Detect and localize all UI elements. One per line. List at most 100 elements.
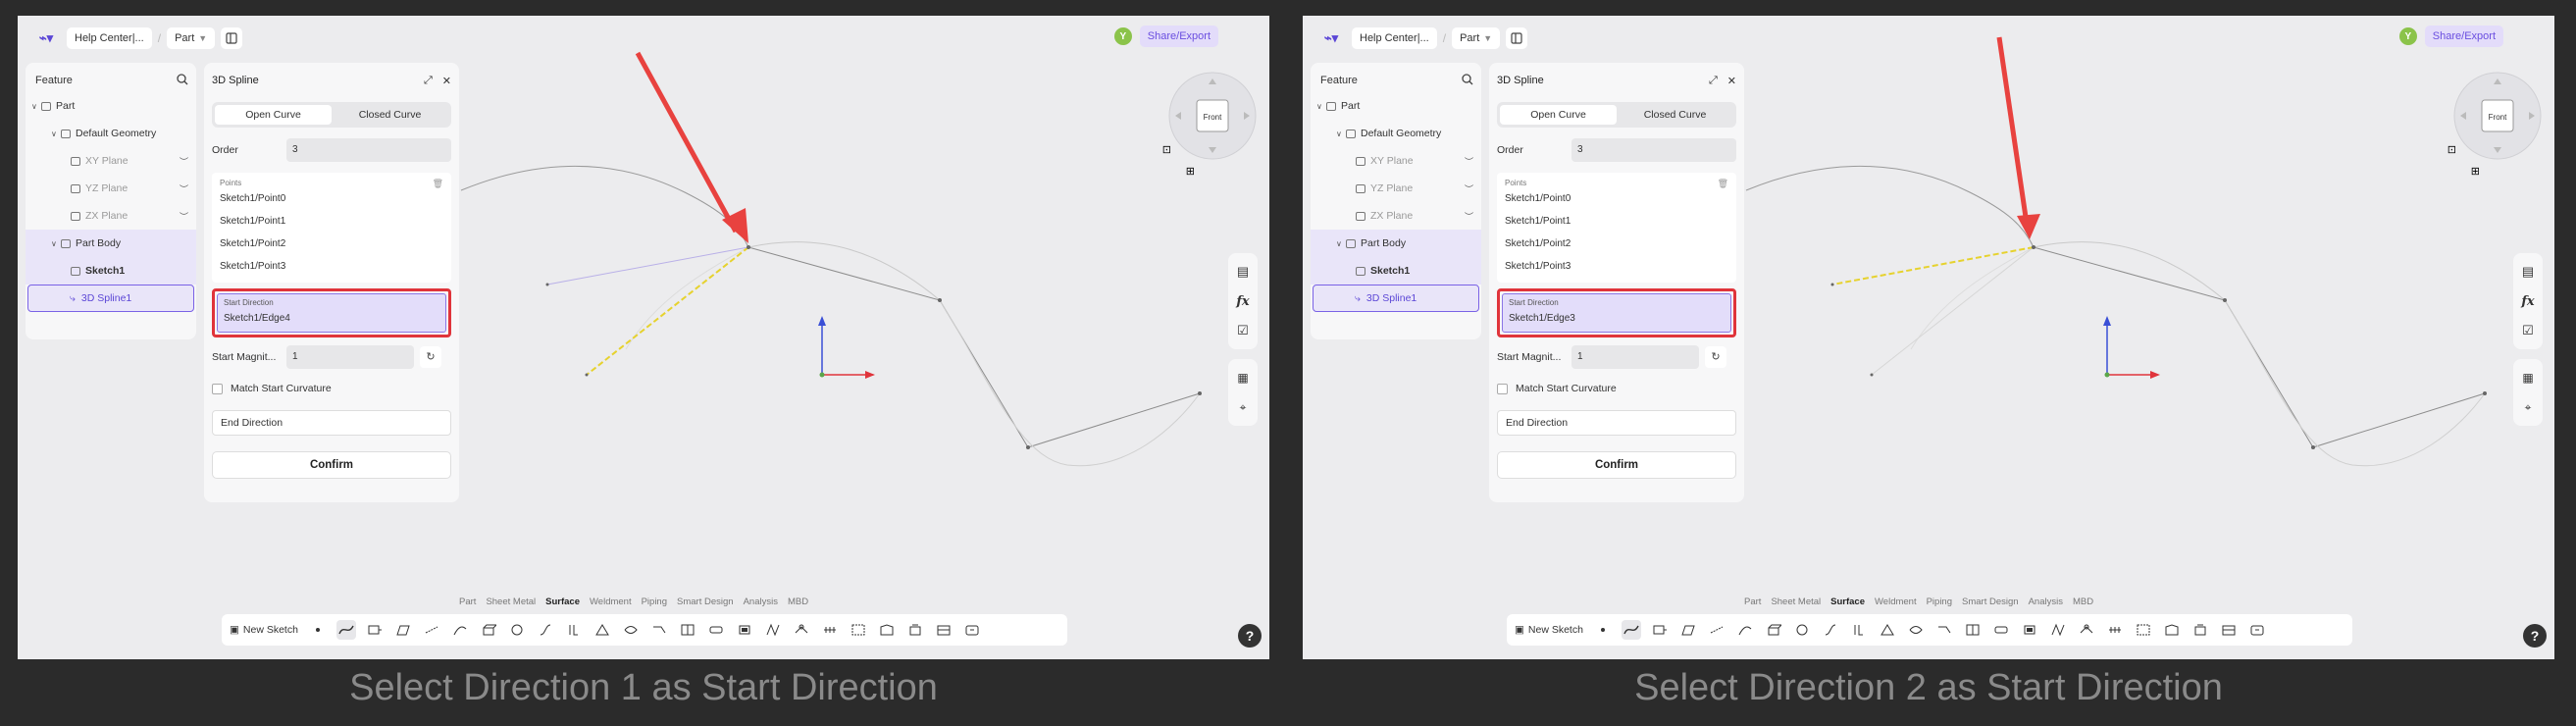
trash-icon[interactable]: 🗑 xyxy=(1718,179,1728,189)
search-icon[interactable] xyxy=(177,73,188,88)
tab-part[interactable]: Part xyxy=(459,596,476,607)
fx-icon[interactable]: fx xyxy=(1228,286,1258,316)
tree-item-3d-spline1[interactable]: ⤷ 3D Spline1 xyxy=(27,285,194,312)
tab-sheet-metal[interactable]: Sheet Metal xyxy=(486,596,536,607)
surface-cut-tool-icon[interactable] xyxy=(934,620,953,640)
sweep-tool-icon[interactable] xyxy=(1650,620,1670,640)
end-direction-field[interactable]: End Direction xyxy=(212,410,451,436)
points-list[interactable]: Points 🗑 Sketch1/Point0 Sketch1/Point1 S… xyxy=(1497,173,1736,283)
measure-icon[interactable]: ⌖ xyxy=(1228,392,1258,422)
extend-tool-icon[interactable] xyxy=(649,620,669,640)
loft-tool-icon[interactable] xyxy=(393,620,413,640)
split-tool-icon[interactable] xyxy=(1963,620,1983,640)
table-icon[interactable]: ▦ xyxy=(2513,363,2543,392)
tree-item-part[interactable]: ∨ Part xyxy=(26,92,196,120)
boundary-tool-icon[interactable] xyxy=(2020,620,2039,640)
app-logo-icon[interactable]: ⌁▾ xyxy=(1316,27,1346,49)
trim-tool-icon[interactable] xyxy=(1707,620,1726,640)
part-menu[interactable]: Part ▼ xyxy=(167,27,216,49)
point-tool-icon[interactable] xyxy=(308,620,328,640)
revolve-tool-icon[interactable] xyxy=(1792,620,1812,640)
sew-tool-icon[interactable] xyxy=(2105,620,2125,640)
tab-mbd[interactable]: MBD xyxy=(2073,596,2093,607)
tree-item-zx-plane[interactable]: ZX Plane ︶ xyxy=(26,202,196,230)
eye-hidden-icon[interactable]: ︶ xyxy=(180,210,188,223)
more-tools-icon[interactable] xyxy=(962,620,982,640)
tree-item-default-geometry[interactable]: ∨ Default Geometry xyxy=(1311,120,1481,147)
sweep-tool-icon[interactable] xyxy=(365,620,385,640)
eye-hidden-icon[interactable]: ︶ xyxy=(180,155,188,168)
help-center-crumb[interactable]: Help Center|... xyxy=(1352,27,1437,49)
closed-curve-button[interactable]: Closed Curve xyxy=(332,105,448,125)
extrude-tool-icon[interactable] xyxy=(1764,620,1783,640)
start-direction-field[interactable]: Start Direction Sketch1/Edge4 xyxy=(217,293,446,333)
tab-piping[interactable]: Piping xyxy=(642,596,667,607)
helix-tool-icon[interactable] xyxy=(536,620,555,640)
list-item[interactable]: Sketch1/Point0 xyxy=(1505,187,1728,210)
list-item[interactable]: Sketch1/Point1 xyxy=(1505,210,1728,233)
end-direction-field[interactable]: End Direction xyxy=(1497,410,1736,436)
point-tool-icon[interactable] xyxy=(1593,620,1613,640)
start-magnitude-field[interactable]: 1 xyxy=(286,345,414,369)
spline-tool-icon[interactable] xyxy=(1621,620,1641,640)
eye-hidden-icon[interactable]: ︶ xyxy=(1465,210,1473,223)
tree-item-xy-plane[interactable]: XY Plane ︶ xyxy=(26,147,196,175)
reverse-icon[interactable]: ↻ xyxy=(1705,346,1726,368)
checklist-icon[interactable]: ☑ xyxy=(2513,316,2543,345)
reverse-icon[interactable]: ↻ xyxy=(420,346,441,368)
app-logo-icon[interactable]: ⌁▾ xyxy=(31,27,61,49)
tab-smart-design[interactable]: Smart Design xyxy=(1962,596,2019,607)
avatar[interactable]: Y xyxy=(1113,27,1132,45)
tab-weldment[interactable]: Weldment xyxy=(590,596,632,607)
ruled-tool-icon[interactable] xyxy=(763,620,783,640)
offset-tool-icon[interactable] xyxy=(1849,620,1869,640)
tab-analysis[interactable]: Analysis xyxy=(744,596,778,607)
trash-icon[interactable]: 🗑 xyxy=(433,179,443,189)
boundary-tool-icon[interactable] xyxy=(735,620,754,640)
chevron-down-icon[interactable]: ∨ xyxy=(51,239,61,248)
replace-face-tool-icon[interactable] xyxy=(2162,620,2182,640)
chevron-down-icon[interactable]: ∨ xyxy=(31,102,41,111)
delete-face-tool-icon[interactable] xyxy=(2190,620,2210,640)
helix-tool-icon[interactable] xyxy=(1821,620,1840,640)
view-cube[interactable]: Front xyxy=(1165,69,1260,163)
extend-tool-icon[interactable] xyxy=(1934,620,1954,640)
thicken-tool-icon[interactable] xyxy=(706,620,726,640)
confirm-button[interactable]: Confirm xyxy=(212,451,451,479)
chevron-down-icon[interactable]: ∨ xyxy=(1336,239,1346,248)
split-tool-icon[interactable] xyxy=(678,620,697,640)
tab-surface[interactable]: Surface xyxy=(545,596,580,607)
confirm-button[interactable]: Confirm xyxy=(1497,451,1736,479)
fill-tool-icon[interactable] xyxy=(1878,620,1897,640)
surface-cut-tool-icon[interactable] xyxy=(2219,620,2239,640)
part-menu[interactable]: Part ▼ xyxy=(1452,27,1501,49)
tab-mbd[interactable]: MBD xyxy=(788,596,808,607)
close-icon[interactable]: ✕ xyxy=(1727,75,1736,87)
curve-tool-icon[interactable] xyxy=(1735,620,1755,640)
view-cube[interactable]: Front xyxy=(2450,69,2545,163)
delete-face-tool-icon[interactable] xyxy=(905,620,925,640)
checklist-icon[interactable]: ☑ xyxy=(1228,316,1258,345)
match-start-curvature[interactable]: Match Start Curvature xyxy=(212,383,451,394)
search-icon[interactable] xyxy=(1462,73,1473,88)
tree-item-part-body[interactable]: ∨ Part Body xyxy=(26,230,196,257)
patch-tool-icon[interactable] xyxy=(2077,620,2096,640)
blend-tool-icon[interactable] xyxy=(1906,620,1926,640)
patch-tool-icon[interactable] xyxy=(792,620,811,640)
fit-view-icon[interactable]: ⊡ xyxy=(2447,143,2456,156)
avatar[interactable]: Y xyxy=(2398,27,2417,45)
view-mode-icon[interactable]: ⊞ xyxy=(1186,165,1195,178)
list-item[interactable]: Sketch1/Point2 xyxy=(220,233,443,255)
revolve-tool-icon[interactable] xyxy=(507,620,527,640)
share-export-button[interactable]: Share/Export xyxy=(2424,26,2503,47)
tree-item-3d-spline1[interactable]: ⤷ 3D Spline1 xyxy=(1313,285,1479,312)
tree-item-yz-plane[interactable]: YZ Plane ︶ xyxy=(1311,175,1481,202)
tab-weldment[interactable]: Weldment xyxy=(1875,596,1917,607)
help-icon[interactable]: ? xyxy=(1238,624,1262,648)
tab-analysis[interactable]: Analysis xyxy=(2029,596,2063,607)
tab-part[interactable]: Part xyxy=(1744,596,1761,607)
open-curve-button[interactable]: Open Curve xyxy=(1500,105,1617,125)
tree-item-yz-plane[interactable]: YZ Plane ︶ xyxy=(26,175,196,202)
spline-tool-icon[interactable] xyxy=(335,620,356,640)
tree-item-part[interactable]: ∨ Part xyxy=(1311,92,1481,120)
